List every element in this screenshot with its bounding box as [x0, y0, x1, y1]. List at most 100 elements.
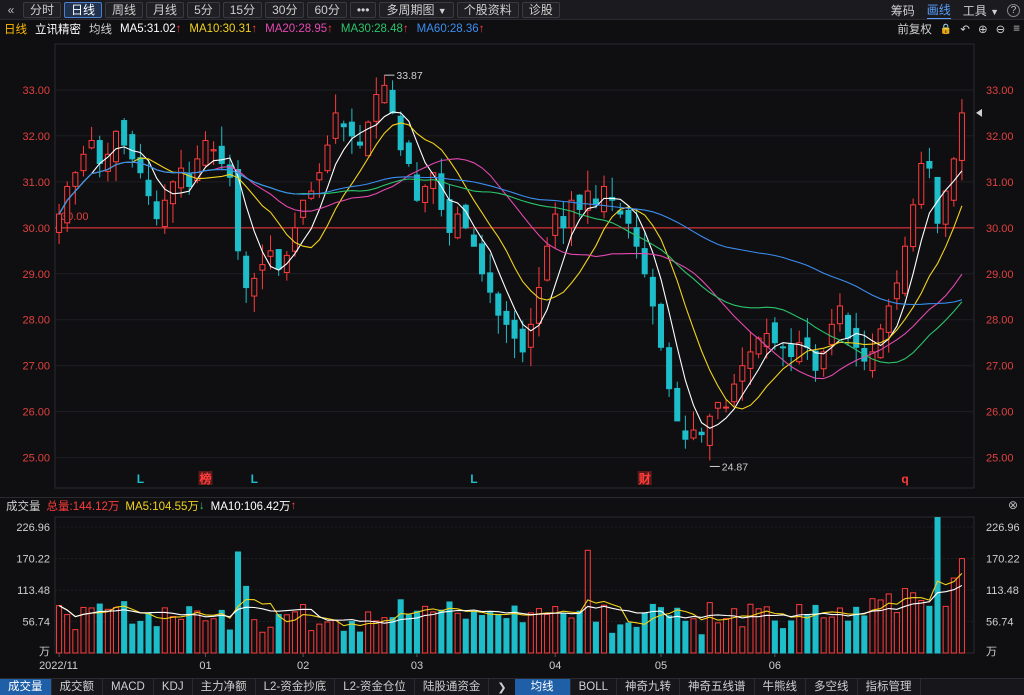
- lock-icon[interactable]: 🔒: [940, 24, 952, 35]
- candle-body: [942, 190, 949, 225]
- candle-body: [80, 153, 87, 172]
- volume-tick-right: 226.96: [986, 522, 1020, 534]
- tab-main-net[interactable]: 主力净额: [193, 678, 256, 695]
- candle-body: [348, 121, 355, 137]
- kline-chart[interactable]: 33.00 33.00 32.00 32.00 31.00 31.00 30.00 30.00…: [0, 38, 1024, 496]
- tab-macd[interactable]: MACD: [103, 678, 154, 695]
- chips-button[interactable]: 筹码: [891, 2, 915, 19]
- period-tab-15min[interactable]: 15分: [222, 1, 263, 18]
- tab-volume[interactable]: 成交量: [0, 678, 52, 695]
- tab-kdj[interactable]: KDJ: [154, 678, 193, 695]
- close-volume-icon[interactable]: ⊗: [1008, 498, 1018, 512]
- y-tick-right: 25.00: [986, 453, 1014, 465]
- tab-bull-bear[interactable]: 牛熊线: [755, 678, 806, 695]
- volume-bar: [202, 620, 209, 654]
- candle-body: [365, 121, 372, 157]
- tab-indicator-manage[interactable]: 指标管理: [858, 678, 921, 695]
- volume-bar: [291, 611, 298, 654]
- undo-icon[interactable]: ↶: [960, 22, 970, 36]
- tab-northbound[interactable]: 陆股通资金: [415, 678, 490, 695]
- period-tab-week[interactable]: 周线: [105, 1, 144, 18]
- period-tab-month[interactable]: 月线: [146, 1, 185, 18]
- help-icon[interactable]: ?: [1007, 3, 1020, 17]
- period-label: 日线: [4, 24, 27, 36]
- stock-info-button[interactable]: 个股资料: [456, 1, 519, 18]
- candle-body: [446, 199, 453, 233]
- volume-bar: [300, 604, 307, 654]
- diagnose-button[interactable]: 诊股: [521, 1, 560, 18]
- menu-icon[interactable]: ≡: [1013, 23, 1020, 35]
- candle-body: [918, 162, 925, 205]
- candle-body: [308, 190, 315, 199]
- period-tab-30min[interactable]: 30分: [265, 1, 305, 18]
- volume-chart[interactable]: 226.96 226.96 170.22 170.22 113.48 113.48 56.7…: [0, 513, 1024, 678]
- candle-body: [682, 430, 689, 440]
- chevron-right-icon[interactable]: ❯: [489, 681, 514, 694]
- multi-period-dropdown[interactable]: 多周期图 ▼: [379, 1, 454, 18]
- chevron-down-icon: ▼: [437, 5, 447, 16]
- volume-bar: [495, 614, 502, 654]
- back-icon[interactable]: «: [2, 3, 20, 17]
- tab-l2-bottom[interactable]: L2-资金抄底: [256, 678, 336, 695]
- candle-body: [714, 401, 721, 409]
- zoom-out-icon[interactable]: ⊖: [996, 22, 1006, 36]
- candle-body: [641, 248, 648, 275]
- candle-body: [210, 149, 217, 152]
- x-tick-label: 01: [199, 660, 211, 672]
- ma20-value: MA20:28.95: [265, 23, 328, 35]
- y-tick-right: 28.00: [986, 315, 1014, 327]
- tab-boll[interactable]: BOLL: [571, 678, 617, 695]
- candle-body: [422, 185, 429, 203]
- candle-body: [137, 157, 144, 174]
- volume-tick-right: 56.74: [986, 617, 1014, 629]
- period-tab-day[interactable]: 日线: [64, 1, 103, 18]
- tools-dropdown[interactable]: 工具 ▼: [963, 2, 999, 19]
- candle-body: [788, 344, 795, 358]
- candle-body: [332, 112, 339, 139]
- zoom-in-icon[interactable]: ⊕: [978, 22, 988, 36]
- tab-magic-five[interactable]: 神奇五线谱: [680, 678, 755, 695]
- candle-body: [519, 328, 526, 353]
- volume-bar: [617, 624, 624, 654]
- x-tick-label: 02: [297, 660, 309, 672]
- tab-l2-position[interactable]: L2-资金仓位: [335, 678, 415, 695]
- volume-bar: [698, 634, 705, 654]
- volume-tick-left: 113.48: [17, 585, 50, 597]
- chart-tools: 前复权 🔒 ↶ ⊕ ⊖ ≡: [889, 21, 1020, 37]
- arrow-up-icon: ↑: [290, 499, 297, 512]
- avg-line-label[interactable]: 均线: [89, 21, 112, 37]
- volume-tick-left: 170.22: [16, 554, 50, 566]
- volume-bar: [893, 612, 900, 654]
- tab-long-short[interactable]: 多空线: [806, 678, 858, 695]
- more-periods-button[interactable]: •••: [349, 1, 377, 18]
- candle-body: [779, 346, 787, 349]
- ma5-value: MA5:31.02: [120, 23, 176, 35]
- draw-line-button[interactable]: 画线: [926, 1, 951, 19]
- volume-bar: [112, 606, 120, 654]
- period-tab-60min[interactable]: 60分: [307, 1, 347, 18]
- volume-bar: [763, 606, 770, 654]
- volume-tick-right: 113.48: [986, 585, 1019, 597]
- volume-bar: [161, 607, 168, 654]
- candle-body: [405, 142, 412, 164]
- price-adjust-dropdown[interactable]: 前复权: [897, 21, 932, 37]
- volume-bar: [226, 629, 233, 654]
- tab-magic-nine[interactable]: 神奇九转: [617, 678, 680, 695]
- volume-bar: [267, 626, 274, 654]
- ma-legend: 日线 立讯精密 均线 MA5:31.02 ↑ MA10:30.31 ↑ MA20:2…: [0, 21, 1024, 37]
- volume-bar: [747, 603, 754, 654]
- y-tick-left: 31.00: [22, 177, 50, 189]
- candle-body: [820, 351, 827, 370]
- volume-bar: [601, 604, 608, 654]
- period-tab-5min[interactable]: 5分: [187, 1, 220, 18]
- candle-body: [625, 209, 632, 224]
- arrow-up-icon: ↑: [251, 23, 258, 35]
- volume-bar: [72, 629, 79, 654]
- tab-turnover[interactable]: 成交额: [52, 678, 103, 695]
- y-tick-left: 32.00: [22, 131, 50, 143]
- volume-bar: [625, 622, 632, 654]
- period-tab-minute[interactable]: 分时: [23, 1, 62, 18]
- tab-ma[interactable]: 均线: [514, 678, 571, 695]
- volume-bar: [316, 623, 323, 654]
- volume-bar: [332, 619, 339, 654]
